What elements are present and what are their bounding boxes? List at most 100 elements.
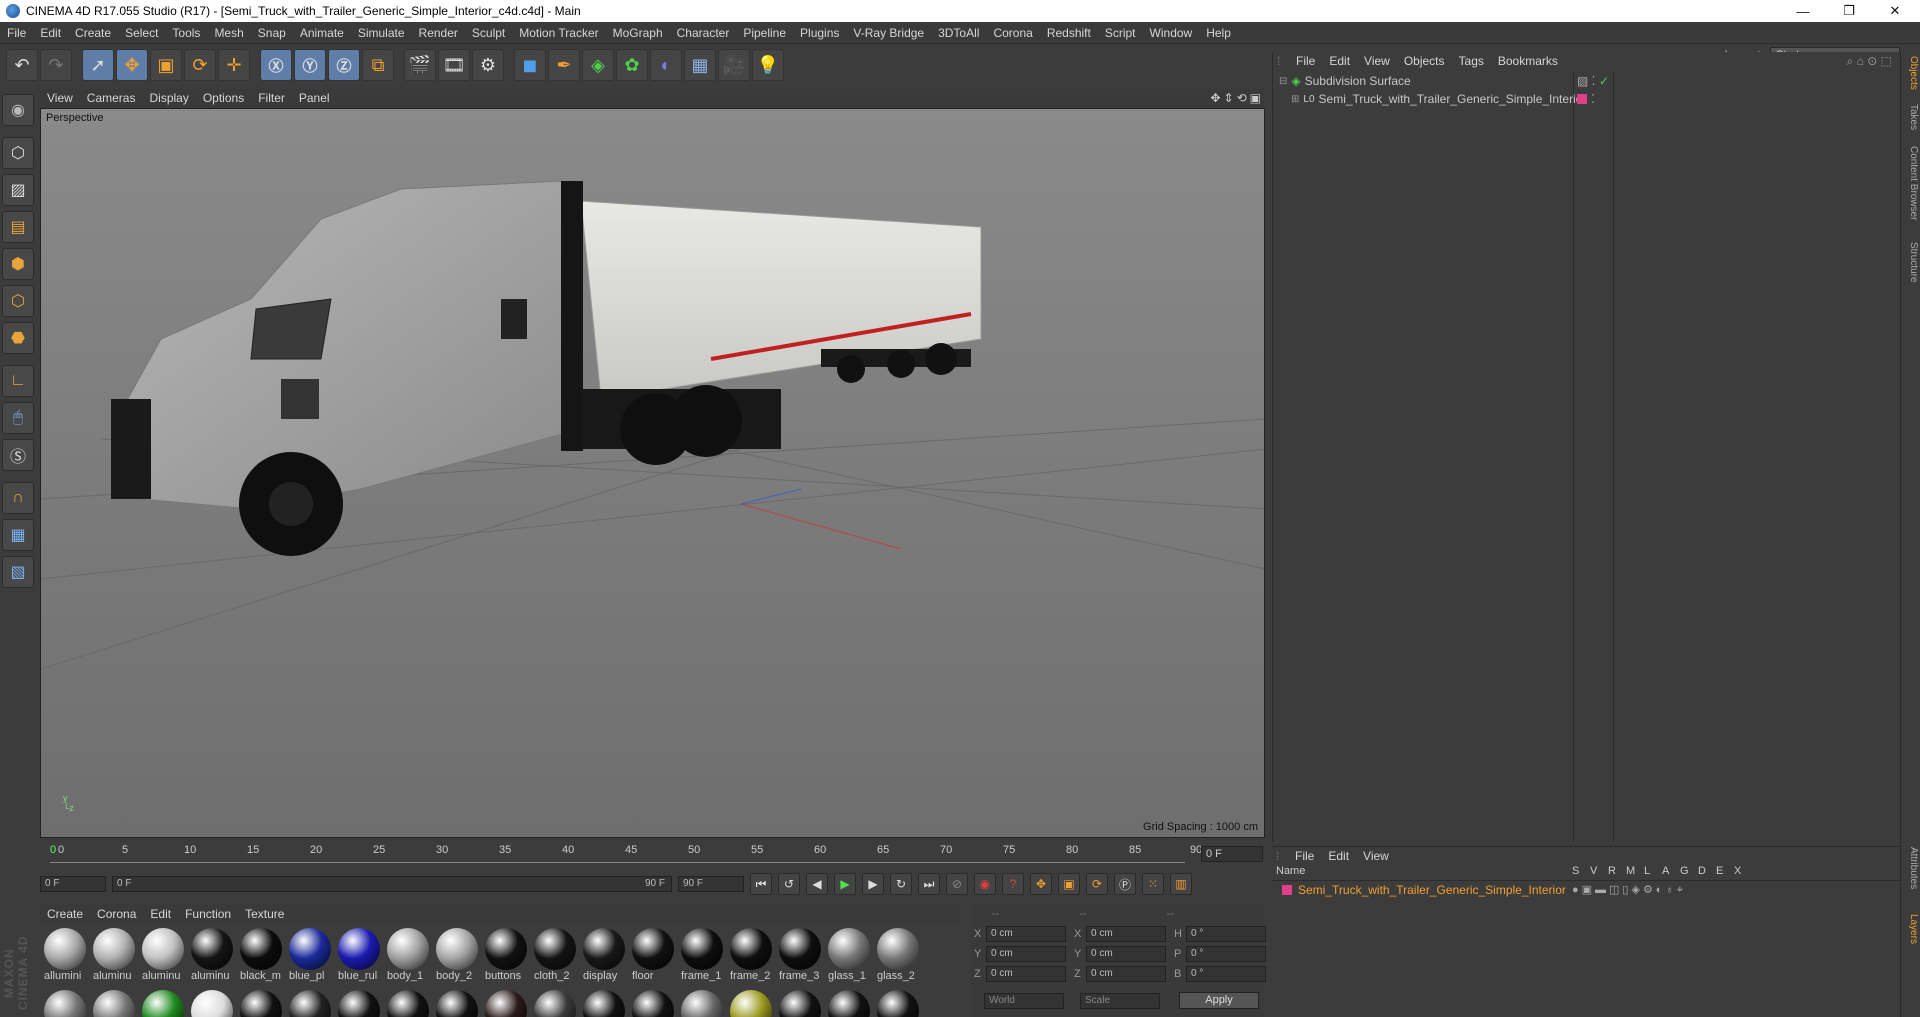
layer-icon[interactable]: ▧ [2, 556, 34, 588]
material-swatch[interactable] [581, 990, 627, 1017]
menu-window[interactable]: Window [1143, 22, 1200, 44]
magnet-icon[interactable]: ∩ [2, 482, 34, 514]
object-row-subdivision[interactable]: ⊟ ◈ Subdivision Surface ▨ ⁚ ✓ [1273, 72, 1901, 90]
coordinate-space-dropdown[interactable]: World [984, 993, 1064, 1009]
material-swatch[interactable]: black_m [238, 928, 284, 988]
menu-sculpt[interactable]: Sculpt [465, 22, 512, 44]
key-scale-icon[interactable]: ▣ [1058, 873, 1080, 895]
select-tool-icon[interactable]: ➚ [82, 49, 114, 81]
grid-lock-icon[interactable]: ▦ [2, 519, 34, 551]
menu-plugins[interactable]: Plugins [793, 22, 846, 44]
material-swatch[interactable] [532, 990, 578, 1017]
light-icon[interactable]: 💡 [752, 49, 784, 81]
material-swatch[interactable]: buttons [483, 928, 529, 988]
menu-corona[interactable]: Corona [986, 22, 1039, 44]
material-swatch[interactable] [777, 990, 823, 1017]
key-rotation-icon[interactable]: ⟳ [1086, 873, 1108, 895]
close-button[interactable]: ✕ [1872, 0, 1918, 22]
keyframe-selection-icon[interactable]: ? [1002, 873, 1024, 895]
menu-tools[interactable]: Tools [165, 22, 207, 44]
coordinate-system-icon[interactable]: ⧉ [362, 49, 394, 81]
tab-objects[interactable]: Objects [1903, 56, 1919, 90]
material-swatch[interactable]: cloth_2 [532, 928, 578, 988]
tab-attributes[interactable]: Attributes [1903, 847, 1919, 889]
camera-icon[interactable]: 🎥 [718, 49, 750, 81]
material-swatch[interactable]: aluminu [189, 928, 235, 988]
end-frame-field[interactable]: 90 F [678, 876, 744, 892]
key-parameter-icon[interactable]: Ⓟ [1114, 873, 1136, 895]
rotate-view-icon[interactable]: ⟲ [1237, 91, 1247, 105]
minimize-button[interactable]: — [1780, 0, 1826, 22]
next-frame-icon[interactable]: ▶ [862, 873, 884, 895]
material-swatch[interactable] [238, 990, 284, 1017]
model-mode-icon[interactable]: ⬡ [2, 137, 34, 169]
objects-menu-objects[interactable]: Objects [1397, 50, 1452, 72]
material-swatch[interactable]: glass_1 [826, 928, 872, 988]
frame-range-slider[interactable]: 0 F 90 F [112, 876, 672, 892]
floor-icon[interactable]: ▦ [684, 49, 716, 81]
material-swatch[interactable] [728, 990, 774, 1017]
redo-icon[interactable]: ↷ [40, 49, 72, 81]
menu-script[interactable]: Script [1098, 22, 1143, 44]
rotate-tool-icon[interactable]: ⟳ [184, 49, 216, 81]
material-swatch[interactable]: blue_pl [287, 928, 333, 988]
viewport-menu-options[interactable]: Options [196, 89, 251, 108]
workplane-icon[interactable]: ▤ [2, 211, 34, 243]
size-y-field[interactable]: 0 cm [1086, 946, 1166, 962]
size-mode-dropdown[interactable]: Scale [1080, 993, 1160, 1009]
menu-select[interactable]: Select [118, 22, 165, 44]
key-pla-icon[interactable]: ⁙ [1142, 873, 1164, 895]
menu-3dtoall[interactable]: 3DToAll [931, 22, 986, 44]
layer-color-swatch[interactable] [1282, 885, 1292, 895]
search-icon[interactable]: ⌕ ⌂ ⊙ ⬚ [1847, 54, 1892, 69]
position-x-field[interactable]: 0 cm [986, 926, 1066, 942]
objects-menu-bookmarks[interactable]: Bookmarks [1491, 50, 1565, 72]
material-swatch[interactable]: frame_3 [777, 928, 823, 988]
maximize-view-icon[interactable]: ▣ [1250, 91, 1261, 105]
menu-character[interactable]: Character [670, 22, 737, 44]
menu-edit[interactable]: Edit [33, 22, 68, 44]
layer-row[interactable]: Semi_Truck_with_Trailer_Generic_Simple_I… [1272, 881, 1900, 899]
menu-file[interactable]: File [0, 22, 33, 44]
points-mode-icon[interactable]: ⬢ [2, 248, 34, 280]
material-swatch[interactable]: blue_rul [336, 928, 382, 988]
perspective-viewport[interactable]: Perspective Grid Spacing : 1000 cm y └z [40, 108, 1265, 838]
material-swatch[interactable]: floor [630, 928, 676, 988]
material-menu-create[interactable]: Create [40, 903, 90, 925]
scale-tool-icon[interactable]: ▣ [150, 49, 182, 81]
menu-vray-bridge[interactable]: V-Ray Bridge [846, 22, 931, 44]
menu-motion-tracker[interactable]: Motion Tracker [512, 22, 605, 44]
material-menu-corona[interactable]: Corona [90, 903, 143, 925]
undo-icon[interactable]: ↶ [6, 49, 38, 81]
edges-mode-icon[interactable]: ⬡ [2, 285, 34, 317]
restore-button[interactable]: ❐ [1826, 0, 1872, 22]
tab-takes[interactable]: Takes [1903, 104, 1919, 130]
axis-mode-icon[interactable]: ∟ [2, 365, 34, 397]
previous-frame-icon[interactable]: ◀ [806, 873, 828, 895]
cloner-icon[interactable]: ✿ [616, 49, 648, 81]
rotation-p-field[interactable]: 0 ° [1186, 946, 1266, 962]
menu-mesh[interactable]: Mesh [207, 22, 250, 44]
menu-mograph[interactable]: MoGraph [606, 22, 670, 44]
material-swatch[interactable]: frame_2 [728, 928, 774, 988]
viewport-menu-panel[interactable]: Panel [292, 89, 337, 108]
cube-primitive-icon[interactable]: ◼ [514, 49, 546, 81]
material-swatch[interactable]: frame_1 [679, 928, 725, 988]
menu-help[interactable]: Help [1199, 22, 1238, 44]
material-swatch[interactable] [434, 990, 480, 1017]
material-swatch[interactable] [483, 990, 529, 1017]
material-swatch[interactable] [826, 990, 872, 1017]
next-key-icon[interactable]: ↻ [890, 873, 912, 895]
make-editable-icon[interactable]: ◉ [2, 94, 34, 126]
subdivision-icon[interactable]: ◈ [582, 49, 614, 81]
render-picture-viewer-icon[interactable]: 🎞 [438, 49, 470, 81]
material-swatch[interactable] [630, 990, 676, 1017]
timeline-ruler[interactable]: 0 0 5 10 15 20 25 30 35 40 45 50 55 60 6… [50, 844, 1202, 864]
material-swatch[interactable]: display [581, 928, 627, 988]
material-swatch[interactable] [679, 990, 725, 1017]
material-swatch[interactable] [287, 990, 333, 1017]
texture-mode-icon[interactable]: ▨ [2, 174, 34, 206]
object-row-truck[interactable]: ⊞ L0 Semi_Truck_with_Trailer_Generic_Sim… [1273, 90, 1901, 108]
layers-menu-view[interactable]: View [1356, 845, 1396, 867]
pen-spline-icon[interactable]: ✒ [548, 49, 580, 81]
